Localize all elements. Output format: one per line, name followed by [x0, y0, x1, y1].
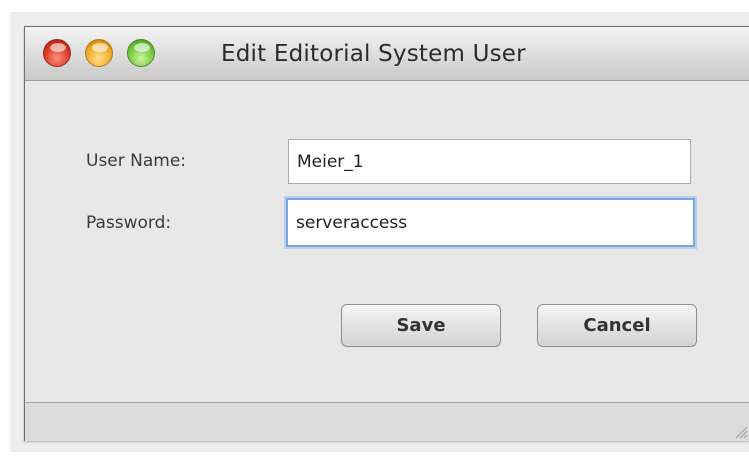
- save-button[interactable]: Save: [341, 304, 501, 347]
- username-input[interactable]: [288, 139, 691, 184]
- zoom-window-button[interactable]: [127, 39, 155, 67]
- cancel-button[interactable]: Cancel: [537, 304, 697, 347]
- status-bar: [25, 402, 749, 441]
- username-label: User Name:: [86, 151, 187, 171]
- password-input[interactable]: [286, 198, 695, 247]
- window-title: Edit Editorial System User: [221, 41, 526, 67]
- title-bar[interactable]: Edit Editorial System User: [25, 27, 749, 81]
- close-window-button[interactable]: [43, 39, 71, 67]
- edit-user-dialog: Edit Editorial System User User Name: Pa…: [24, 26, 749, 441]
- resize-grip-icon[interactable]: [732, 423, 748, 439]
- minimize-window-button[interactable]: [85, 39, 113, 67]
- password-label: Password:: [86, 213, 172, 233]
